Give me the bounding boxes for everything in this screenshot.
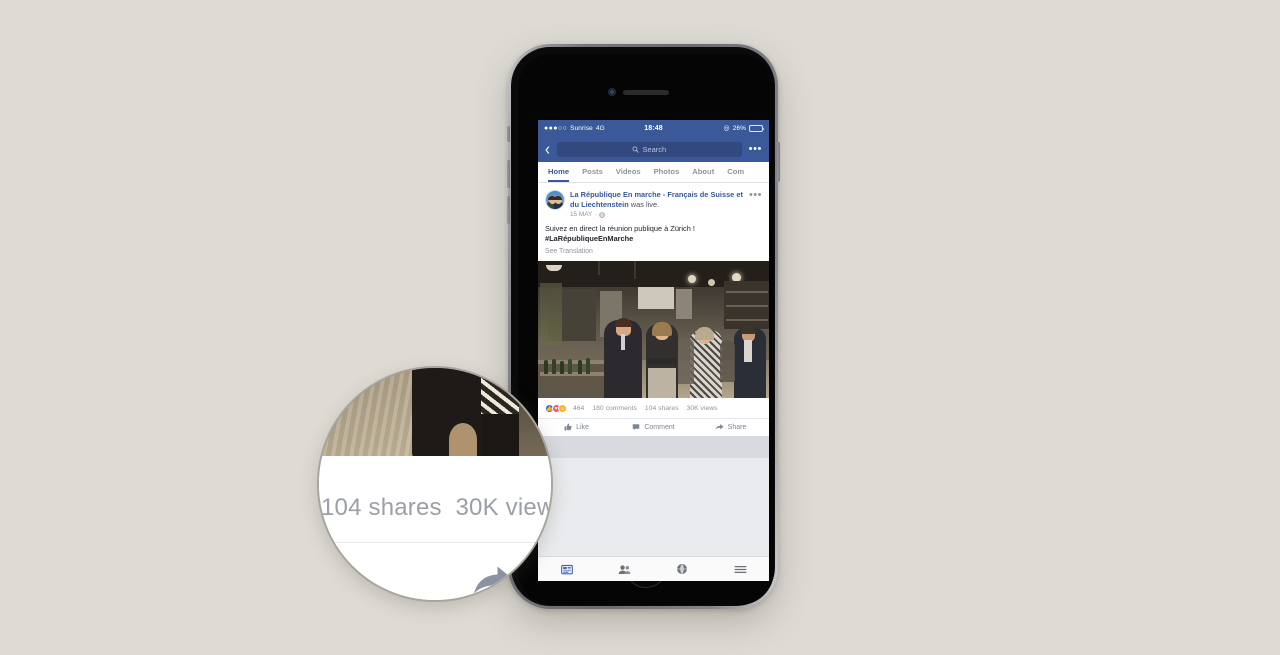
avatar[interactable] — [545, 190, 565, 210]
post-text-line: Suivez en direct la réunion publique à Z… — [545, 224, 695, 234]
view-count-label: 30K views — [686, 405, 718, 413]
volume-up-button[interactable] — [506, 160, 510, 188]
magnified-stats-text: 104 shares 30K views — [319, 494, 551, 522]
tab-community[interactable]: Com — [727, 162, 744, 182]
location-arrow-icon: ◎ — [723, 125, 730, 132]
post-meta-separator: · — [594, 211, 597, 219]
feed-spacer — [538, 436, 769, 459]
see-translation-link[interactable]: See Translation — [545, 248, 762, 255]
search-input[interactable]: Search — [557, 141, 742, 157]
power-button[interactable] — [776, 142, 780, 182]
like-button-label: Like — [576, 423, 589, 431]
more-horizontal-icon[interactable]: ••• — [749, 144, 762, 154]
status-bar-right: ◎ 26% — [663, 124, 765, 132]
video-scene — [538, 261, 769, 399]
tab-posts[interactable]: Posts — [582, 162, 603, 182]
tab-photos[interactable]: Photos — [654, 162, 680, 182]
post-body: Suivez en direct la réunion publique à Z… — [538, 218, 769, 255]
magnified-stats-region: 104 shares 30K views — [319, 456, 551, 542]
carrier-label: Sunrise — [570, 124, 593, 132]
ios-status-bar: ●●●○○ Sunrise 4G 18:48 ◎ 26% — [538, 120, 769, 136]
battery-icon — [749, 124, 765, 132]
search-placeholder-label: Search — [642, 144, 667, 154]
share-button-label: Share — [727, 423, 747, 431]
post-date-label: 15 MAY — [570, 211, 593, 219]
thumbs-up-icon — [564, 423, 572, 431]
status-bar-clock: 18:48 — [644, 124, 663, 132]
post-text: Suivez en direct la réunion publique à Z… — [545, 224, 762, 244]
reaction-count-label[interactable]: 464 — [573, 405, 584, 412]
battery-percent-label: 26% — [732, 124, 746, 132]
magnified-action-region: nt — [319, 543, 551, 600]
phone-screen: ●●●○○ Sunrise 4G 18:48 ◎ 26% ‹ Search ••… — [538, 120, 769, 581]
back-chevron-icon[interactable]: ‹ — [545, 140, 550, 157]
globe-icon — [599, 211, 606, 218]
magnified-share-arrow-icon — [471, 561, 517, 600]
volume-down-button[interactable] — [506, 196, 510, 224]
menu-hamburger-icon[interactable] — [711, 564, 769, 575]
magnified-share-count: 104 shares — [321, 494, 442, 521]
haha-reaction-icon: ☺ — [558, 404, 567, 414]
feed-container: La République En marche - Français de Su… — [538, 183, 769, 581]
post-card: La République En marche - Français de Su… — [538, 183, 769, 437]
magnified-view-count: 30K views — [455, 494, 553, 521]
page-tab-strip: Home Posts Videos Photos About Com — [538, 162, 769, 183]
post-meta: 15 MAY · — [570, 211, 744, 218]
magnified-comment-fragment: nt — [319, 565, 335, 595]
share-count-label[interactable]: 104 shares — [645, 405, 679, 412]
post-action-row: Like Comment Share — [538, 418, 769, 437]
bottom-tab-bar — [538, 556, 769, 581]
network-type-label: 4G — [595, 124, 605, 132]
comment-count-label[interactable]: 180 comments — [592, 405, 637, 412]
tab-videos[interactable]: Videos — [616, 162, 641, 182]
post-header-text: La République En marche - Français de Su… — [570, 190, 744, 218]
poster-line: La République En marche - Français de Su… — [570, 190, 744, 209]
post-more-icon[interactable]: ••• — [749, 189, 762, 218]
tab-about[interactable]: About — [692, 162, 714, 182]
comment-button-label: Comment — [644, 423, 675, 431]
notifications-globe-icon[interactable] — [654, 563, 712, 575]
phone-glass: ●●●○○ Sunrise 4G 18:48 ◎ 26% ‹ Search ••… — [518, 54, 774, 605]
share-button[interactable]: Share — [692, 423, 769, 431]
comment-bubble-icon — [633, 424, 640, 431]
magnifier-loupe: 104 shares 30K views nt — [317, 366, 553, 602]
search-icon — [632, 145, 640, 153]
facebook-nav-bar: ‹ Search ••• — [538, 136, 769, 162]
mute-switch-button[interactable] — [506, 126, 510, 142]
tab-home[interactable]: Home — [548, 162, 570, 182]
post-action-label: was live. — [628, 199, 660, 209]
post-hashtag[interactable]: #LaRépubliqueEnMarche — [545, 234, 633, 243]
signal-strength-icon: ●●●○○ — [544, 124, 568, 132]
avatar-hair-right — [554, 196, 562, 200]
earpiece-speaker — [623, 90, 669, 95]
share-arrow-icon — [715, 424, 724, 430]
magnified-video-region — [319, 368, 551, 456]
status-bar-left: ●●●○○ Sunrise 4G — [544, 125, 644, 132]
post-video-thumbnail[interactable] — [538, 261, 769, 399]
post-header: La République En marche - Français de Su… — [538, 183, 769, 218]
front-camera-icon — [608, 88, 616, 96]
comment-button[interactable]: Comment — [615, 423, 692, 431]
scene-canvas: ●●●○○ Sunrise 4G 18:48 ◎ 26% ‹ Search ••… — [0, 0, 1280, 655]
engagement-stats-row: 👍 ♥ ☺ 464 180 comments 104 shares 30K vi… — [538, 398, 769, 419]
friends-icon[interactable] — [596, 564, 654, 575]
